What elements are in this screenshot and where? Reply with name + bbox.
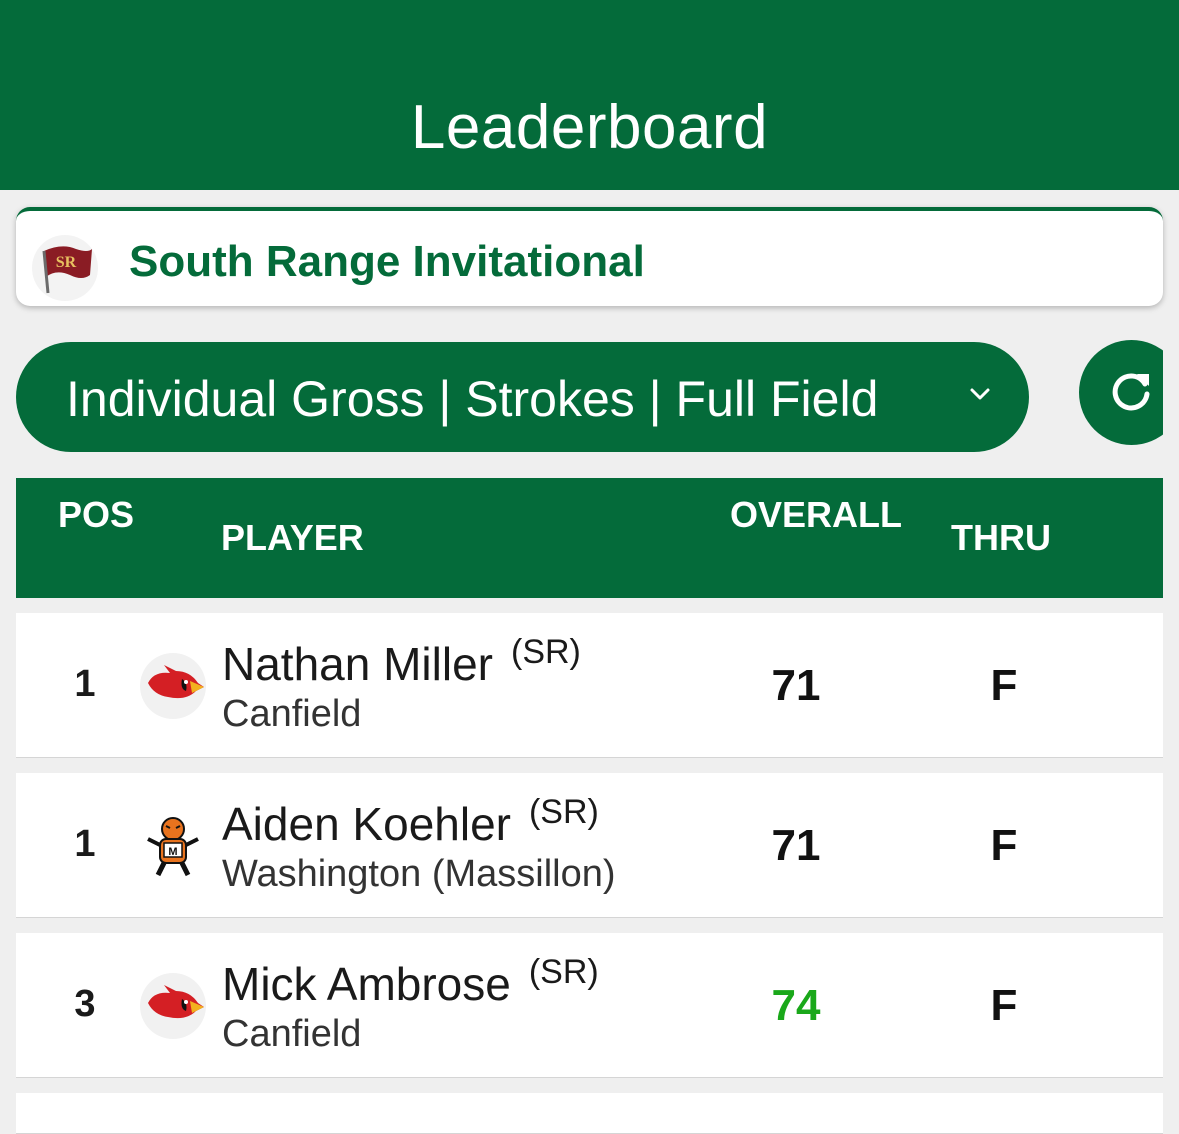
select-value: Individual Gross | Strokes | Full Field [66, 371, 879, 427]
thru-status: F [990, 661, 1018, 710]
table-row[interactable] [16, 1093, 1163, 1134]
player-name[interactable]: Aiden Koehler (SR) [222, 793, 599, 851]
table-row[interactable]: 3 Mick Ambrose (SR) Canfield 74 F [16, 933, 1163, 1078]
player-class: (SR) [528, 793, 599, 831]
cardinal-logo [140, 653, 206, 719]
player-name[interactable]: Mick Ambrose (SR) [222, 953, 599, 1011]
thru-status: F [990, 981, 1018, 1030]
svg-text:SR: SR [56, 254, 77, 271]
thru-status: F [990, 821, 1018, 870]
table-header: POS PLAYER OVERALL THRU [16, 478, 1163, 598]
south-range-flag-logo: SR [32, 235, 98, 301]
position: 1 [74, 823, 96, 865]
cardinal-logo [140, 973, 206, 1039]
event-name: South Range Invitational [129, 237, 645, 286]
refresh-icon [1112, 373, 1150, 411]
table-row[interactable]: 1 Nathan Miller (SR) Canfield 71 F [16, 613, 1163, 758]
player-class: (SR) [528, 953, 599, 991]
overall-score: 74 [771, 981, 821, 1030]
overall-score: 71 [771, 661, 821, 710]
page-title: Leaderboard [410, 93, 769, 162]
player-class: (SR) [511, 633, 581, 671]
event-card[interactable]: SR South Range Invitational [16, 207, 1163, 306]
chevron-down-icon [970, 388, 990, 400]
player-school: Canfield [222, 693, 362, 735]
leaderboard-type-select[interactable]: Individual Gross | Strokes | Full Field [16, 342, 1029, 452]
tiger-logo: M [140, 813, 206, 879]
table-row[interactable]: 1 M Aiden Koehler (SR) Washington (Massil… [16, 773, 1163, 918]
column-header-player[interactable]: PLAYER [221, 516, 364, 560]
app-header: Leaderboard [0, 0, 1179, 190]
refresh-button[interactable] [1079, 340, 1163, 445]
column-header-overall[interactable]: OVERALL [730, 493, 902, 537]
position: 1 [74, 663, 96, 705]
position: 3 [74, 983, 96, 1025]
svg-text:M: M [168, 846, 177, 858]
player-school: Washington (Massillon) [222, 853, 616, 895]
column-header-thru[interactable]: THRU [951, 516, 1051, 560]
overall-score: 71 [771, 821, 821, 870]
player-name[interactable]: Nathan Miller (SR) [222, 633, 581, 691]
player-school: Canfield [222, 1013, 362, 1055]
column-header-pos[interactable]: POS [58, 493, 134, 537]
